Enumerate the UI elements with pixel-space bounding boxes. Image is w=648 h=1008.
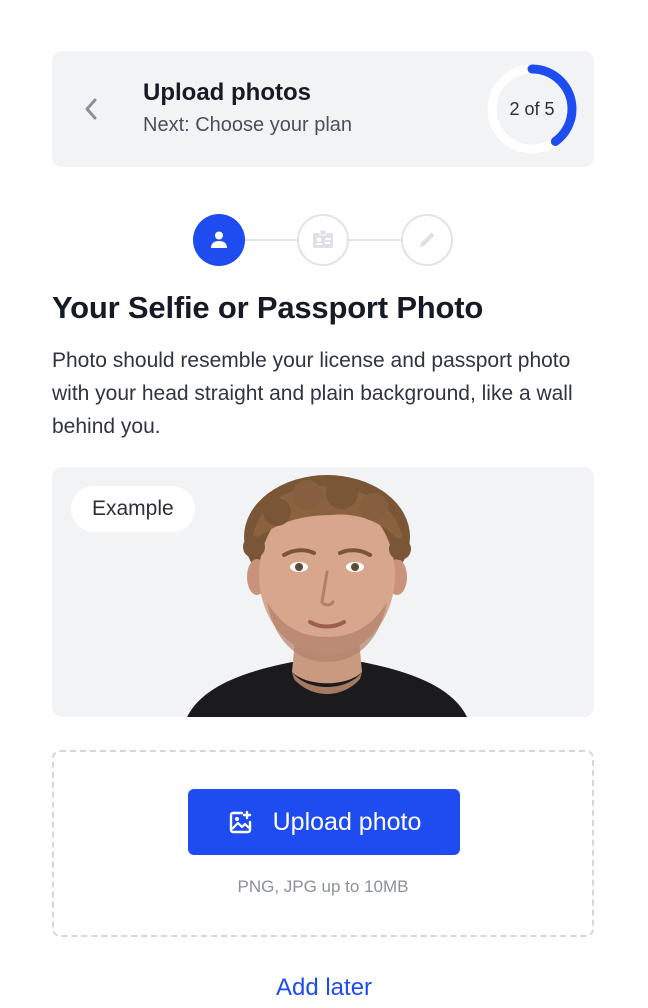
pencil-icon [420,232,435,247]
section-description: Photo should resemble your license and p… [52,349,573,438]
step-connector [245,239,297,241]
upload-hint: PNG, JPG up to 10MB [237,877,409,896]
header-card: Upload photos Next: Choose your plan 2 o… [52,51,594,167]
back-button[interactable] [76,89,106,129]
id-card-icon [313,229,333,248]
add-later-link[interactable]: Add later [0,974,648,1002]
header-subtitle: Next: Choose your plan [143,114,353,136]
stepper [193,214,453,266]
example-portrait-image [187,475,467,717]
section-title: Your Selfie or Passport Photo [52,290,484,325]
image-add-icon [227,808,255,836]
person-icon [211,231,227,248]
step-signature[interactable] [401,214,453,266]
upload-photo-button[interactable]: Upload photo [188,789,460,855]
step-selfie[interactable] [193,214,245,266]
step-connector [349,239,401,241]
upload-dropzone[interactable]: Upload photo PNG, JPG up to 10MB [52,750,594,937]
example-badge: Example [71,486,195,532]
chevron-left-icon [85,98,97,120]
upload-photo-label: Upload photo [272,807,422,836]
example-photo-card: Example [52,467,594,717]
progress-label: 2 of 5 [509,98,555,119]
header-title: Upload photos [143,79,311,106]
step-id-card[interactable] [297,214,349,266]
